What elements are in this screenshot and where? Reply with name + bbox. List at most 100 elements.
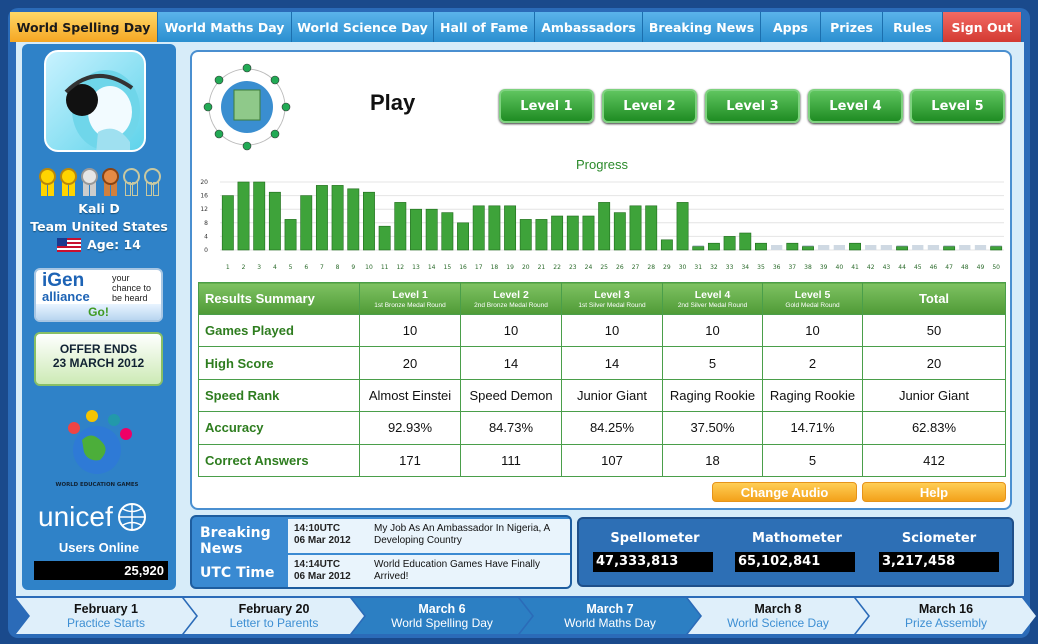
table-cell: Speed Demon <box>460 378 562 413</box>
table-cell: 107 <box>561 443 663 477</box>
chart-bar <box>284 219 297 251</box>
tab-world-maths-day[interactable]: World Maths Day <box>158 12 292 42</box>
column-header-sub: 2nd Bronze Medal Round <box>474 301 548 309</box>
unicef-globe-icon <box>117 503 146 531</box>
tab-world-science-day[interactable]: World Science Day <box>292 12 434 42</box>
chart-y-tick-label: 4 <box>204 233 208 240</box>
row-label: Games Played <box>198 313 360 348</box>
chart-x-tick-label: 37 <box>788 264 796 271</box>
sciometer-value: 3,217,458 <box>879 552 999 572</box>
mathometer-label: Mathometer <box>752 531 842 546</box>
chart-bar <box>488 205 501 251</box>
silver-medal-icon <box>80 168 99 198</box>
timeline-label: Letter to Parents <box>229 616 319 630</box>
news-item[interactable]: 14:14UTC 06 Mar 2012 World Education Game… <box>288 555 570 587</box>
column-header-level-2: Level 2 2nd Bronze Medal Round <box>460 282 562 315</box>
timeline-step-spelling[interactable]: March 6 World Spelling Day <box>352 598 532 634</box>
timeline-date: February 1 <box>74 602 138 616</box>
tab-apps[interactable]: Apps <box>761 12 821 42</box>
chart-bar <box>849 242 861 251</box>
news-date: 06 Mar 2012 <box>294 571 351 582</box>
users-online-label: Users Online <box>58 540 140 555</box>
table-cell: 10 <box>762 313 863 348</box>
igen-alliance-banner[interactable]: iGen alliance your chance to be heard Go… <box>34 268 163 322</box>
gold-medal-icon <box>59 168 78 198</box>
news-time: 14:14UTC <box>294 559 341 570</box>
column-header-sub: Gold Medal Round <box>785 301 840 309</box>
tab-rules[interactable]: Rules <box>883 12 943 42</box>
table-cell: 10 <box>460 313 562 348</box>
offer-line-2: 23 MARCH 2012 <box>52 356 145 370</box>
level-5-button[interactable]: Level 5 <box>910 89 1005 123</box>
chart-bar <box>315 185 328 251</box>
offer-banner[interactable]: OFFER ENDS 23 MARCH 2012 <box>34 332 163 386</box>
offer-line-1: OFFER ENDS <box>59 342 138 356</box>
tab-breaking-news[interactable]: Breaking News <box>643 12 761 42</box>
timeline-step-prize[interactable]: March 16 Prize Assembly <box>856 598 1036 634</box>
chart-bar <box>504 205 517 251</box>
timeline-step-letter[interactable]: February 20 Letter to Parents <box>184 598 364 634</box>
chart-bar <box>990 246 1003 251</box>
chart-bar-base <box>959 245 971 250</box>
chart-bar-base <box>912 245 924 250</box>
chart-x-tick-label: 47 <box>945 264 953 271</box>
column-header-level-3: Level 3 1st Silver Medal Round <box>561 282 663 315</box>
level-3-button[interactable]: Level 3 <box>705 89 800 123</box>
sign-out-button[interactable]: Sign Out <box>943 12 1022 42</box>
gold-medal-icon <box>38 168 57 198</box>
chart-bar <box>707 242 720 251</box>
news-text[interactable]: World Education Games Have Finally Arriv… <box>370 555 570 587</box>
timeline-step-maths[interactable]: March 7 World Maths Day <box>520 598 700 634</box>
chart-x-tick-label: 1 <box>226 264 230 271</box>
chart-bar <box>237 181 250 251</box>
table-cell: 412 <box>862 443 1006 477</box>
table-cell: Raging Rookie <box>662 378 763 413</box>
chart-bar <box>551 215 564 251</box>
help-button[interactable]: Help <box>862 482 1006 502</box>
avatar[interactable] <box>44 50 146 152</box>
level-4-button[interactable]: Level 4 <box>808 89 903 123</box>
table-cell: 37.50% <box>662 411 763 445</box>
chart-x-tick-label: 49 <box>977 264 985 271</box>
news-item[interactable]: 14:10UTC 06 Mar 2012 My Job As An Ambassa… <box>288 519 570 553</box>
row-label: Accuracy <box>198 411 360 445</box>
chart-x-tick-label: 40 <box>836 264 844 271</box>
table-cell: 10 <box>561 313 663 348</box>
column-header-main: Level 3 <box>594 288 630 301</box>
news-timestamp: 14:14UTC 06 Mar 2012 <box>288 555 370 587</box>
igen-go-button[interactable]: Go! <box>36 304 161 320</box>
chart-x-tick-label: 42 <box>867 264 875 271</box>
chart-x-tick-label: 45 <box>914 264 922 271</box>
chart-bar-base <box>880 245 893 250</box>
chart-bar <box>692 246 705 251</box>
table-row: High Score 20 14 14 5 2 20 <box>198 346 1006 380</box>
chart-y-ticks: 0 4 8 12 16 20 <box>200 179 208 254</box>
chart-bar <box>582 215 595 251</box>
chart-bar <box>535 219 548 251</box>
chart-x-tick-label: 50 <box>992 264 1000 271</box>
chart-x-tick-label: 18 <box>491 264 499 271</box>
timeline-step-science[interactable]: March 8 World Science Day <box>688 598 868 634</box>
event-timeline: February 1 Practice Starts February 20 Let… <box>16 598 1024 634</box>
chart-bar <box>441 212 454 251</box>
chart-x-tick-label: 22 <box>553 264 561 271</box>
spellometer-value: 47,333,813 <box>593 552 713 572</box>
tab-prizes[interactable]: Prizes <box>821 12 883 42</box>
timeline-date: March 6 <box>418 602 466 616</box>
tab-world-spelling-day[interactable]: World Spelling Day <box>10 12 158 42</box>
news-text[interactable]: My Job As An Ambassador In Nigeria, A De… <box>370 519 570 553</box>
level-2-button[interactable]: Level 2 <box>602 89 697 123</box>
results-summary-table: Results Summary Level 1 1st Bronze Medal … <box>198 282 1006 477</box>
tab-hall-of-fame[interactable]: Hall of Fame <box>434 12 535 42</box>
table-cell: Junior Giant <box>862 378 1006 413</box>
chart-x-tick-label: 44 <box>898 264 906 271</box>
table-cell: 10 <box>662 313 763 348</box>
world-education-games-logo: WORLD EDUCATION GAMES <box>56 410 139 488</box>
chart-x-tick-label: 36 <box>773 264 781 271</box>
timeline-step-practice[interactable]: February 1 Practice Starts <box>16 598 196 634</box>
chart-x-tick-label: 38 <box>804 264 812 271</box>
chart-x-tick-label: 3 <box>257 264 261 271</box>
tab-ambassadors[interactable]: Ambassadors <box>535 12 643 42</box>
level-1-button[interactable]: Level 1 <box>499 89 594 123</box>
change-audio-button[interactable]: Change Audio <box>712 482 857 502</box>
